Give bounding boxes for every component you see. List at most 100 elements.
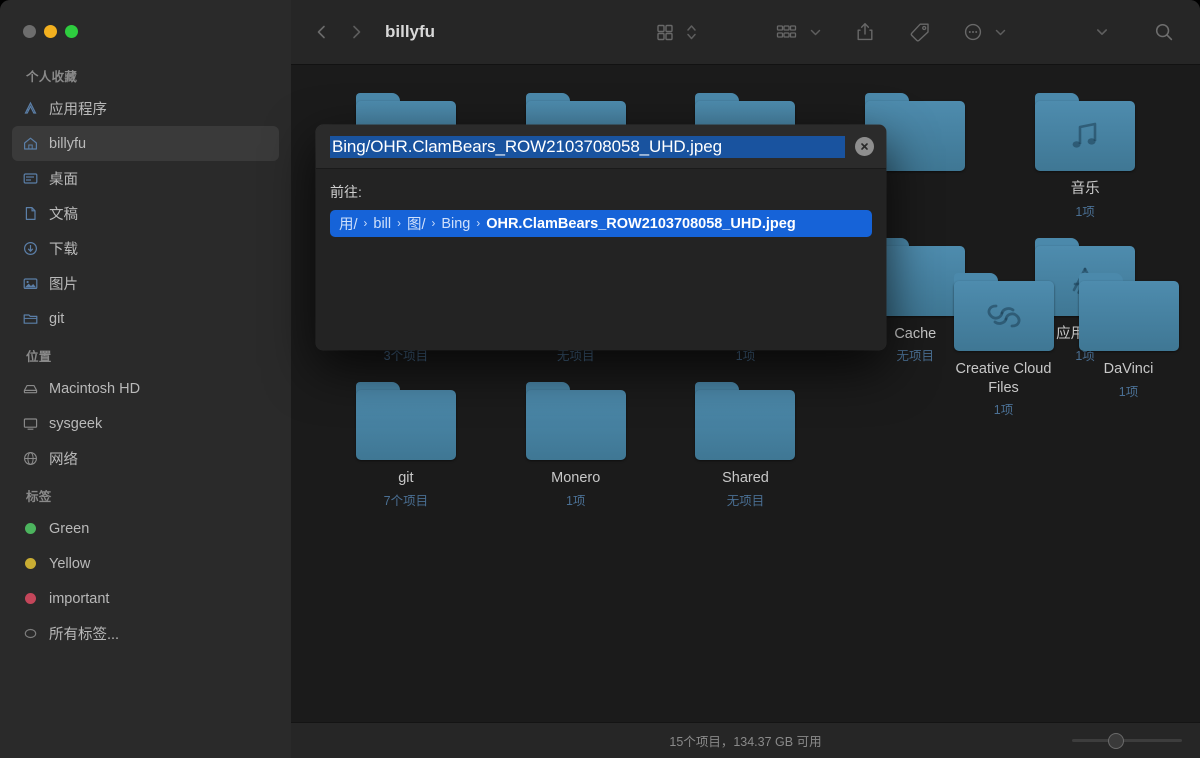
- harddisk-icon: [22, 380, 39, 397]
- back-button[interactable]: [305, 15, 339, 49]
- path-input[interactable]: Bing/OHR.ClamBears_ROW2103708058_UHD.jpe…: [330, 135, 845, 158]
- view-chevron-updown-icon[interactable]: [681, 15, 702, 49]
- sidebar-item-label: billyfu: [49, 135, 87, 152]
- tag-icon[interactable]: [903, 15, 937, 49]
- sidebar-item-git[interactable]: git: [12, 301, 279, 336]
- sidebar-item-tag-yellow[interactable]: Yellow: [12, 546, 279, 581]
- file-name: Creative Cloud Files: [955, 361, 1052, 396]
- sidebar-item-label: 桌面: [49, 172, 78, 188]
- group-by-icon[interactable]: [770, 15, 804, 49]
- search-icon[interactable]: [1148, 15, 1180, 49]
- network-icon: [22, 450, 39, 467]
- file-name: git: [398, 470, 414, 487]
- suggestion-row[interactable]: 用/ › bill › 图/ › Bing › OHR.ClamBears_RO…: [330, 210, 872, 237]
- document-icon: [22, 205, 39, 222]
- music-note-icon: [1035, 101, 1135, 171]
- folder-icon: [953, 273, 1054, 351]
- sidebar-item-label: sysgeek: [49, 415, 103, 432]
- tag-dot-icon: [22, 520, 39, 537]
- forward-button[interactable]: [339, 15, 373, 49]
- folder-icon: [22, 310, 39, 327]
- maximize-button[interactable]: [65, 25, 78, 38]
- main-pane: billyfu 音乐 1项 3个项目 无项目 1项 Cache 无项目 1项 g…: [291, 0, 1200, 758]
- sidebar-item-label: 应用程序: [49, 102, 107, 118]
- overflow-chevron-down-icon[interactable]: [1090, 15, 1114, 49]
- sidebar-item-macintosh-hd[interactable]: Macintosh HD: [12, 371, 279, 406]
- folder-icon: [1035, 93, 1136, 171]
- desktop-icon: [22, 170, 39, 187]
- sidebar-item-desktop[interactable]: 桌面: [12, 161, 279, 196]
- file-name: Cache: [894, 325, 937, 342]
- apps-icon: [22, 100, 39, 117]
- clear-icon[interactable]: [855, 137, 874, 156]
- folder-icon: [1078, 273, 1179, 351]
- close-button[interactable]: [23, 25, 36, 38]
- file-item-davinci[interactable]: DaVinci 1项: [1066, 273, 1191, 418]
- breadcrumb-segment: 图/: [406, 217, 426, 233]
- sidebar-list-tags: Green Yellow important 所有标签...: [0, 511, 291, 651]
- file-item-creative-cloud-files[interactable]: Creative Cloud Files 1项: [941, 273, 1066, 418]
- file-name: Shared: [722, 470, 769, 487]
- sidebar-item-documents[interactable]: 文稿: [12, 196, 279, 231]
- icon-size-slider[interactable]: [1072, 732, 1182, 749]
- home-icon: [22, 135, 39, 152]
- breadcrumb-separator: ›: [397, 218, 401, 230]
- sidebar-list-locations: Macintosh HD sysgeek 网络: [0, 371, 291, 476]
- file-count: 1项: [1118, 384, 1139, 399]
- file-count: 1项: [1075, 204, 1095, 219]
- sidebar-item-tag-important[interactable]: important: [12, 581, 279, 616]
- file-item-monero[interactable]: Monero 1项: [491, 382, 661, 509]
- action-chevron-down-icon[interactable]: [989, 15, 1012, 49]
- sidebar-item-label: 文稿: [49, 207, 78, 223]
- sidebar-list-favorites: 应用程序 billyfu 桌面 文稿 下载 图片 git: [0, 91, 291, 336]
- action-more-icon[interactable]: [957, 15, 989, 49]
- sidebar-item-tag-green[interactable]: Green: [12, 511, 279, 546]
- finder-window: 个人收藏 应用程序 billyfu 桌面 文稿 下载 图片 git 位置 Mac…: [0, 0, 1200, 758]
- file-name: Monero: [551, 470, 601, 487]
- dialog-field-row: Bing/OHR.ClamBears_ROW2103708058_UHD.jpe…: [316, 125, 886, 169]
- sidebar-item-network[interactable]: 网络: [12, 441, 279, 476]
- breadcrumb-segment-filename: OHR.ClamBears_ROW2103708058_UHD.jpeg: [486, 215, 796, 232]
- sidebar-item-applications[interactable]: 应用程序: [12, 91, 279, 126]
- file-item-git[interactable]: git 7个项目: [321, 382, 491, 509]
- dialog-body: 前往: 用/ › bill › 图/ › Bing › OHR.ClamBear…: [316, 169, 886, 237]
- window-controls: [0, 0, 291, 56]
- sidebar: 个人收藏 应用程序 billyfu 桌面 文稿 下载 图片 git 位置 Mac…: [0, 0, 291, 758]
- file-count: 无项目: [726, 493, 765, 508]
- breadcrumb-separator: ›: [431, 218, 436, 230]
- sidebar-item-label: Yellow: [49, 555, 91, 572]
- file-item-shared[interactable]: Shared 无项目: [661, 382, 831, 509]
- breadcrumb-separator: ›: [476, 218, 481, 230]
- slider-knob[interactable]: [1108, 732, 1124, 749]
- sidebar-section-tags-title: 标签: [26, 490, 52, 504]
- toolbar: billyfu: [291, 0, 1200, 65]
- creative-cloud-icon: [954, 281, 1054, 351]
- sidebar-item-downloads[interactable]: 下载: [12, 231, 279, 266]
- folder-icon: [355, 382, 456, 461]
- file-item-music[interactable]: 音乐 1项: [1000, 93, 1170, 220]
- file-count: 无项目: [896, 349, 935, 364]
- sidebar-section-favorites-title: 个人收藏: [26, 70, 78, 84]
- page-title: billyfu: [385, 22, 436, 41]
- status-bar: 15个项目，134.37 GB 可用: [291, 722, 1200, 758]
- breadcrumb-segment: 用/: [339, 217, 358, 233]
- sidebar-item-billyfu[interactable]: billyfu: [12, 126, 279, 161]
- all-tags-icon: [22, 625, 39, 642]
- sidebar-item-all-tags[interactable]: 所有标签...: [12, 616, 279, 651]
- file-count: 7个项目: [383, 493, 429, 508]
- sidebar-item-label: 图片: [49, 277, 78, 293]
- tag-dot-icon: [22, 590, 39, 607]
- view-grid-icon[interactable]: [649, 15, 681, 49]
- sidebar-item-label: 网络: [49, 452, 78, 468]
- minimize-button[interactable]: [44, 25, 57, 38]
- file-count: 1项: [993, 403, 1014, 418]
- sidebar-item-pictures[interactable]: 图片: [12, 266, 279, 301]
- breadcrumb-segment: bill: [373, 215, 392, 232]
- go-to-label: 前往:: [330, 184, 362, 200]
- share-icon[interactable]: [849, 15, 881, 49]
- file-count: 1项: [565, 493, 586, 508]
- downloads-icon: [22, 240, 39, 257]
- sidebar-item-sysgeek[interactable]: sysgeek: [12, 406, 279, 441]
- group-chevron-down-icon[interactable]: [804, 15, 827, 49]
- sidebar-item-label: important: [49, 590, 110, 607]
